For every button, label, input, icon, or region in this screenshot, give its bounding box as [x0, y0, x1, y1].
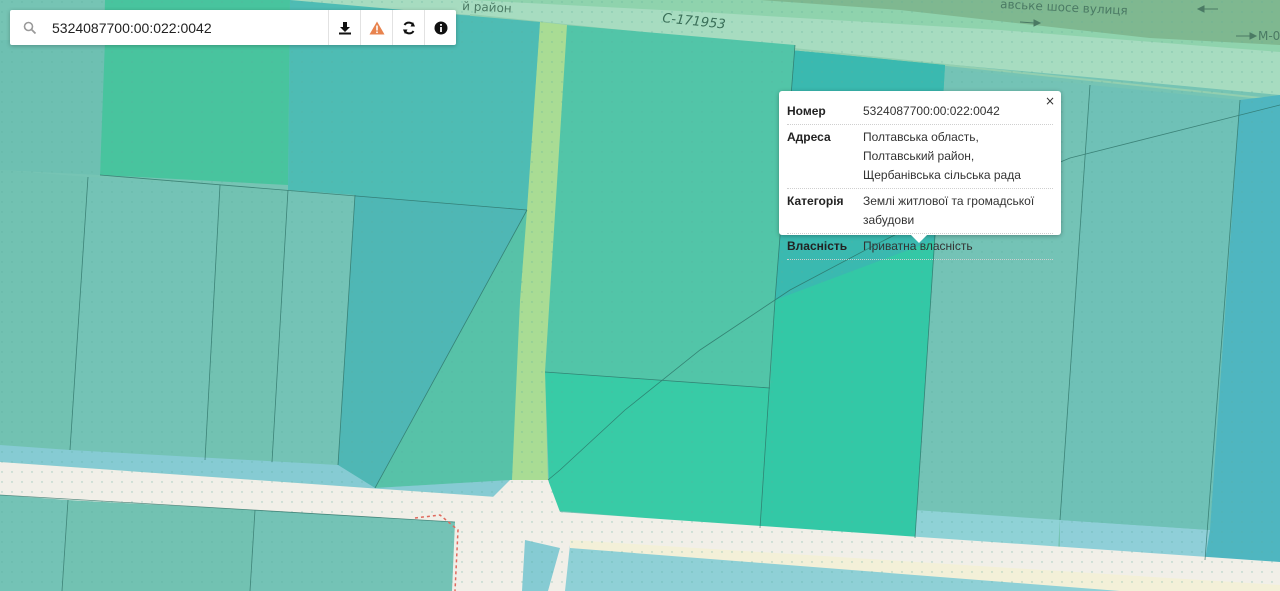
popup-value: Полтавська область, Полтавський район, Щ…	[863, 130, 1021, 182]
info-button[interactable]	[424, 10, 456, 45]
cadastral-search-input[interactable]	[50, 10, 328, 45]
warning-icon	[369, 21, 384, 34]
refresh-button[interactable]	[392, 10, 424, 45]
refresh-icon	[402, 21, 415, 34]
download-button[interactable]	[328, 10, 360, 45]
popup-row-number: Номер 5324087700:00:022:0042	[787, 99, 1053, 125]
highway-label: М-0	[1258, 29, 1280, 43]
district-label: й район	[462, 0, 512, 16]
close-icon[interactable]: ×	[1045, 94, 1055, 108]
popup-value: 5324087700:00:022:0042	[863, 104, 1000, 118]
info-icon	[434, 21, 447, 34]
map-canvas[interactable]: й район С-171953 авське шосе вулиця М-0	[0, 0, 1280, 591]
parcel-info-popup: × Номер 5324087700:00:022:0042 Адреса По…	[779, 91, 1061, 260]
search-icon[interactable]	[10, 10, 50, 45]
download-icon	[338, 21, 351, 34]
popup-key: Власність	[787, 239, 848, 253]
warning-button[interactable]	[360, 10, 392, 45]
popup-pointer	[911, 235, 927, 243]
popup-row-address: Адреса Полтавська область, Полтавський р…	[787, 125, 1053, 189]
popup-row-category: Категорія Землі житлової та громадської …	[787, 189, 1053, 234]
popup-key: Адреса	[787, 130, 831, 144]
popup-key: Категорія	[787, 194, 844, 208]
popup-value: Приватна власність	[863, 239, 973, 253]
popup-value: Землі житлової та громадської забудови	[863, 194, 1035, 227]
popup-key: Номер	[787, 104, 826, 118]
search-toolbar	[10, 10, 456, 45]
